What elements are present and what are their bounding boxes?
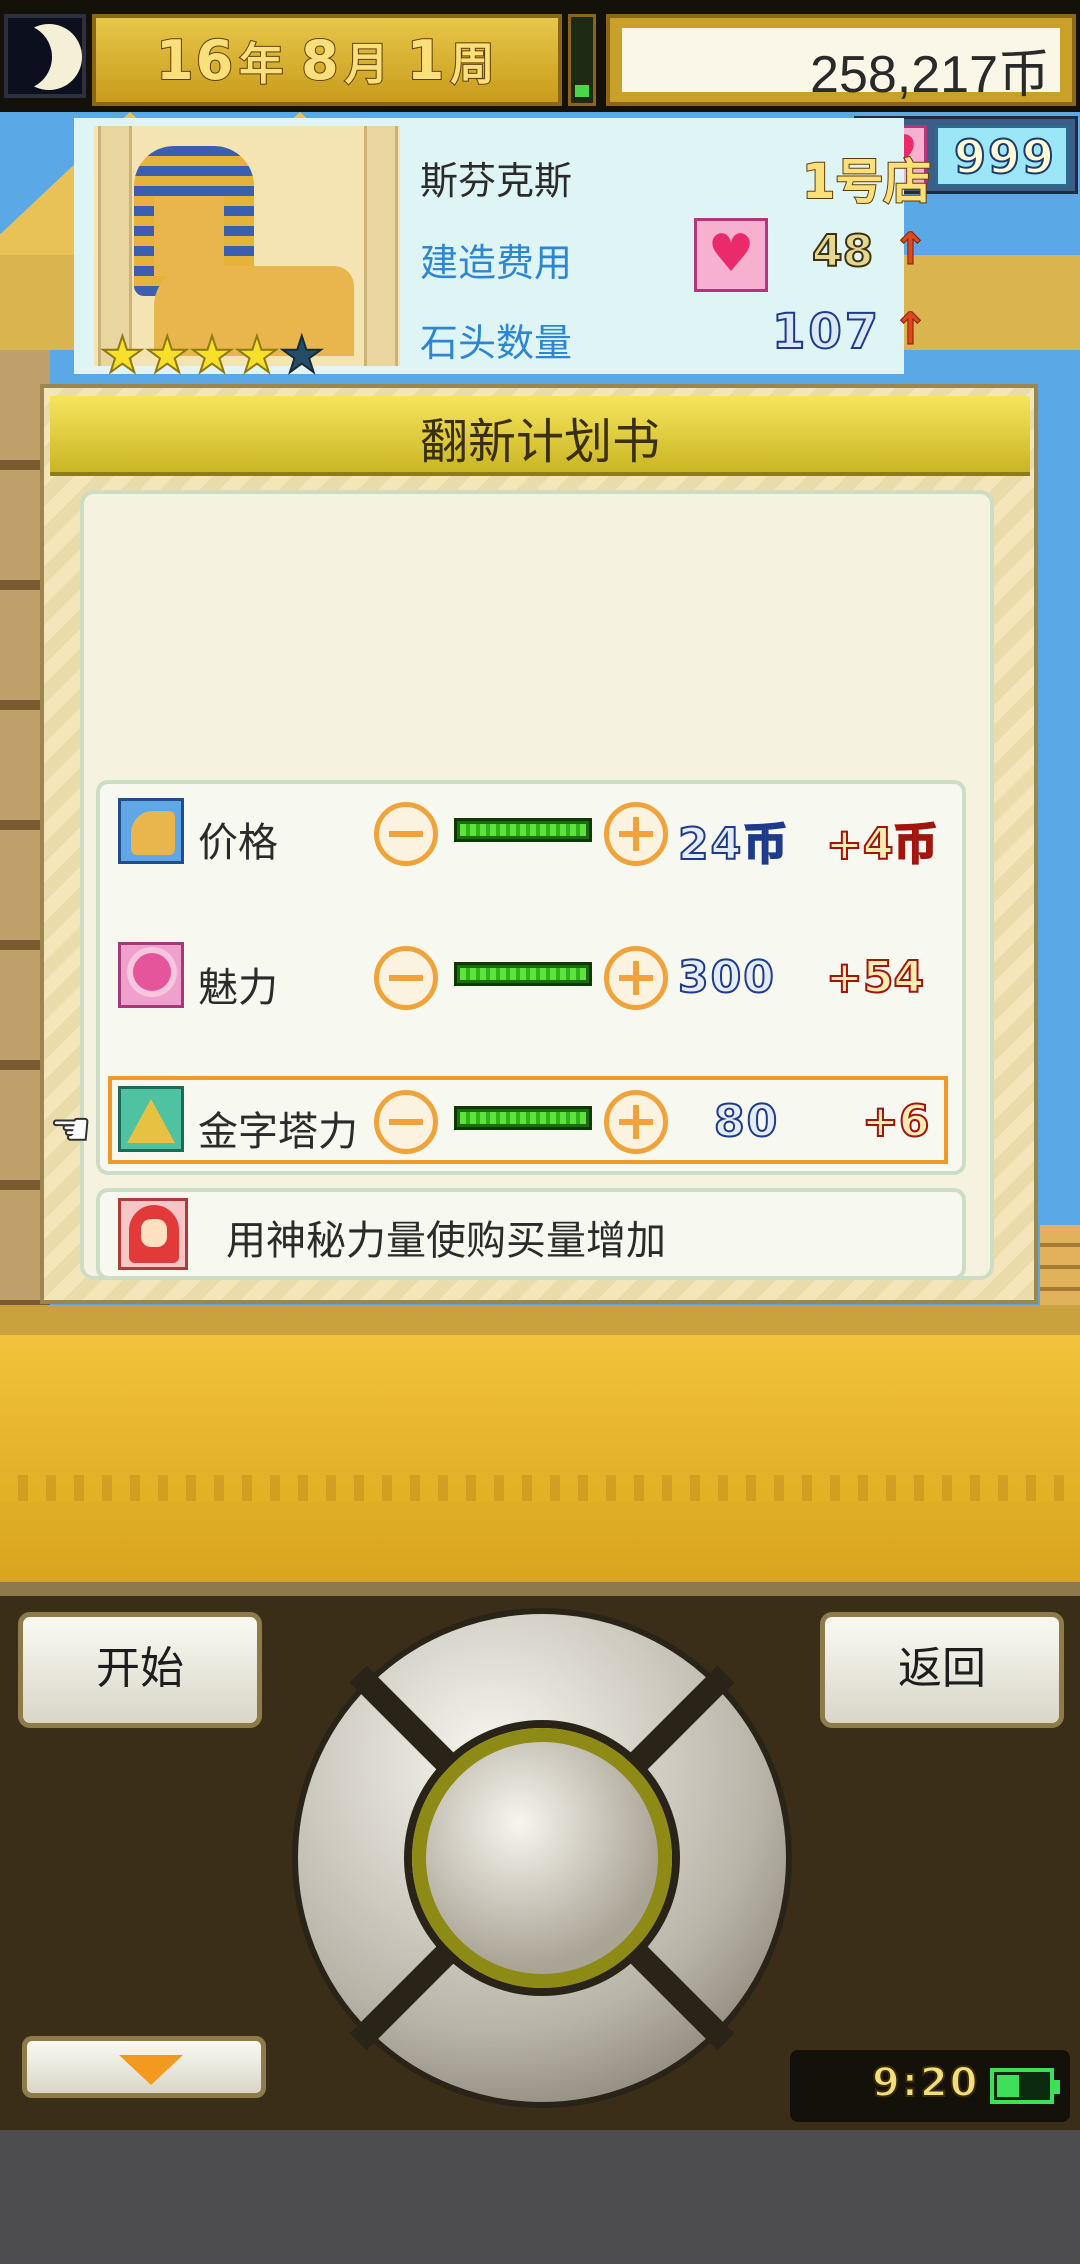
sphinx-icon [118,798,184,864]
advisor-portrait-icon [118,1198,188,1270]
shop-name: 斯芬克斯 [420,159,573,203]
charm-minus-button[interactable] [374,946,438,1010]
month-unit: 月 [344,38,391,91]
up-arrow-icon: ↑ [892,304,930,356]
star-filled-icon: ★ [233,326,280,384]
shop-number: 1号店 [801,153,932,211]
stat-label-pyramid-power: 金字塔力 [198,1109,358,1155]
desert-sand [0,1335,1080,1585]
charm-plus-button[interactable] [604,946,668,1010]
date-display: 16年 8月 1周 [155,28,512,93]
year-unit: 年 [238,38,286,91]
stat-label-price: 价格 [198,820,278,866]
build-cost-value: 48 [811,225,874,278]
stat-label-charm: 魅力 [198,965,278,1011]
clock-time: 9:20 [871,2059,980,2107]
star-empty-icon: ★ [278,326,325,384]
heart-icon: ♥ [694,218,768,292]
price-value: 24币 [677,818,790,871]
menu-toggle-button[interactable] [22,2036,266,2098]
star-filled-icon: ★ [99,326,146,384]
money-value: 258,217币 [810,46,1050,104]
date-panel: 16年 8月 1周 [92,14,562,106]
dialog-title-bar: 翻新计划书 [50,396,1030,476]
week-value: 1 [406,28,447,93]
controller-divider [0,1582,1080,1596]
start-button[interactable]: 开始 [18,1612,262,1728]
up-arrow-icon: ↑ [892,224,930,276]
pyramid-power-delta: +6 [861,1095,930,1148]
battery-icon [990,2068,1060,2104]
description-text: 用神秘力量使购买量增加 [226,1218,666,1264]
pyramid-power-minus-button[interactable] [374,1090,438,1154]
charm-level-bar [454,962,592,986]
heart-count: 999 [953,129,1056,185]
money-panel: 258,217币 [606,14,1076,106]
system-bottom-bar [0,2130,1080,2264]
brick-stack [1040,1225,1080,1305]
price-minus-button[interactable] [374,802,438,866]
price-plus-button[interactable] [604,802,668,866]
center-confirm-button[interactable] [412,1728,672,1988]
build-cost-label: 建造费用 [420,241,573,285]
chevron-down-icon [119,2055,183,2085]
pointing-hand-icon: ☚ [49,1101,92,1157]
progress-gauge [568,14,596,106]
charm-delta: +54 [825,951,925,1004]
pyramid-icon [118,1086,184,1152]
year-value: 16 [155,28,236,93]
pyramid-power-level-bar [454,1106,592,1130]
shop-star-rating: ★★★★★ [99,326,325,384]
star-filled-icon: ★ [144,326,191,384]
month-value: 8 [300,28,341,93]
ground-strip [0,1305,1080,1335]
price-delta: +4币 [825,818,938,871]
lotus-icon [118,942,184,1008]
moon-phase-icon [4,14,86,98]
week-unit: 周 [449,38,497,91]
back-button[interactable]: 返回 [820,1612,1064,1728]
stone-count-value: 107 [771,303,882,361]
dialog-title: 翻新计划书 [419,414,660,470]
stone-count-label: 石头数量 [420,321,573,365]
price-level-bar [454,818,592,842]
pyramid-power-value: 80 [713,1095,780,1148]
pyramid-power-plus-button[interactable] [604,1090,668,1154]
star-filled-icon: ★ [189,326,236,384]
charm-value: 300 [677,951,776,1004]
